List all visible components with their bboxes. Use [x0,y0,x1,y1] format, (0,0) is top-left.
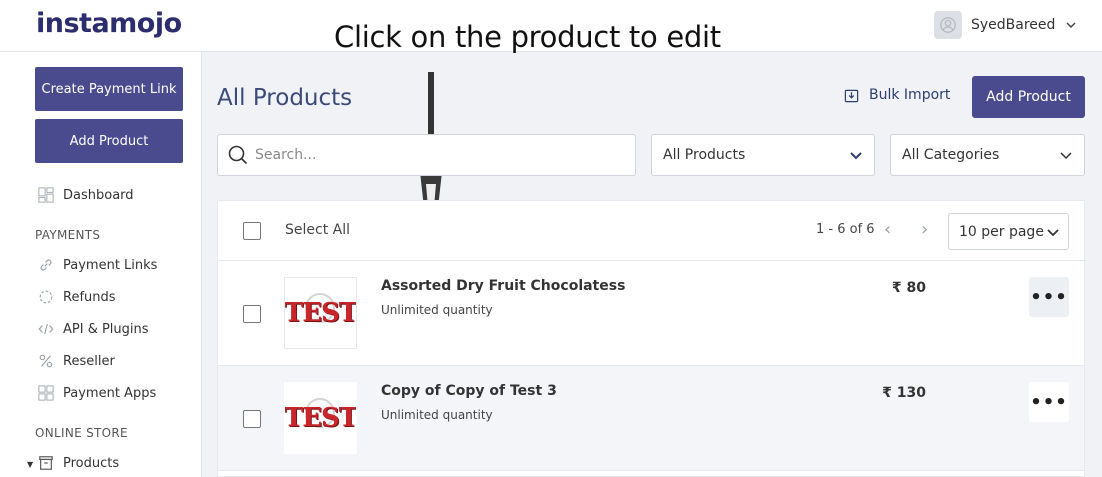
sidebar-item-api-plugins[interactable]: API & Plugins [37,320,149,338]
product-thumbnail[interactable]: TEST [284,382,357,454]
link-icon [37,256,55,274]
row-checkbox[interactable] [243,410,261,428]
chevron-down-icon [1066,22,1076,29]
sidebar-item-label: Payment Apps [63,385,157,401]
sidebar-add-product-button[interactable]: Add Product [35,119,183,163]
category-filter-select[interactable]: All Categories [890,134,1085,176]
search-input[interactable] [255,147,615,163]
sidebar-item-reseller[interactable]: Reseller [37,352,115,370]
product-thumbnail[interactable]: TEST [284,277,357,349]
chevron-down-icon [1060,152,1072,160]
product-name[interactable]: Copy of Copy of Test 3 [381,383,557,399]
import-icon [844,89,859,102]
create-payment-link-button[interactable]: Create Payment Link [35,67,183,111]
more-options-icon[interactable]: ••• [1029,277,1069,317]
sidebar-item-label: Refunds [63,289,116,305]
table-row[interactable]: TEST Assorted Dry Fruit Chocolatess Unli… [218,261,1084,366]
brand-logo[interactable]: instamojo [36,8,182,39]
thumbnail-text: TEST [284,403,357,433]
bulk-import-button[interactable]: Bulk Import [844,87,950,103]
product-filter-select[interactable]: All Products [651,134,875,176]
select-all-checkbox[interactable] [243,222,261,240]
user-name: SyedBareed [971,17,1056,33]
sidebar-item-label: Reseller [63,353,115,369]
products-panel: Select All 1 - 6 of 6 ‹ › 10 per page TE… [217,200,1086,477]
sidebar-item-label: API & Plugins [63,321,149,337]
product-name[interactable]: Assorted Dry Fruit Chocolatess [381,278,625,294]
user-icon [940,17,956,33]
bulk-import-label: Bulk Import [869,87,951,103]
refund-icon [37,288,55,306]
sidebar-item-dashboard[interactable]: Dashboard [37,186,134,204]
per-page-select[interactable]: 10 per page [948,213,1069,250]
chevron-down-icon [1047,228,1059,236]
user-menu[interactable]: SyedBareed [934,11,1077,39]
per-page-value: 10 per page [959,223,1044,240]
row-checkbox[interactable] [243,305,261,323]
sidebar-item-label: Payment Links [63,257,158,273]
page-title: All Products [217,85,353,111]
apps-icon [37,384,55,402]
caret-down-icon[interactable]: ▼ [27,460,33,469]
chevron-down-icon [850,152,862,160]
code-icon [37,320,55,338]
pagination-info: 1 - 6 of 6 [816,222,875,237]
search-box[interactable] [217,134,636,176]
sidebar-item-label: Dashboard [63,187,134,203]
avatar [934,11,962,39]
category-filter-value: All Categories [902,147,1000,163]
add-product-button[interactable]: Add Product [972,76,1085,118]
product-quantity: Unlimited quantity [381,408,493,422]
store-icon [37,454,55,472]
product-quantity: Unlimited quantity [381,303,493,317]
thumbnail-text: TEST [284,298,357,328]
online-store-section-heading: ONLINE STORE [35,426,128,440]
product-filter-value: All Products [663,147,746,163]
search-icon [228,145,248,165]
next-page-icon[interactable]: › [921,221,935,240]
annotation-text: Click on the product to edit [334,20,721,54]
sidebar-item-refunds[interactable]: Refunds [37,288,116,306]
percent-icon [37,352,55,370]
list-header: Select All 1 - 6 of 6 ‹ › 10 per page [218,201,1086,261]
product-price: ₹ 80 [891,280,926,296]
prev-page-icon[interactable]: ‹ [884,221,898,240]
table-row[interactable]: TEST Copy of Copy of Test 3 Unlimited qu… [218,366,1084,471]
payments-section-heading: PAYMENTS [35,228,101,242]
sidebar-item-products[interactable]: Products [37,454,119,472]
sidebar-item-payment-links[interactable]: Payment Links [37,256,157,274]
more-options-icon[interactable]: ••• [1029,382,1069,422]
sidebar-item-label: Products [63,455,120,471]
dashboard-icon [37,186,55,204]
select-all-label[interactable]: Select All [285,222,350,238]
product-price: ₹ 130 [882,385,926,401]
sidebar: Create Payment Link Add Product Dashboar… [0,52,202,477]
sidebar-item-payment-apps[interactable]: Payment Apps [37,384,156,402]
